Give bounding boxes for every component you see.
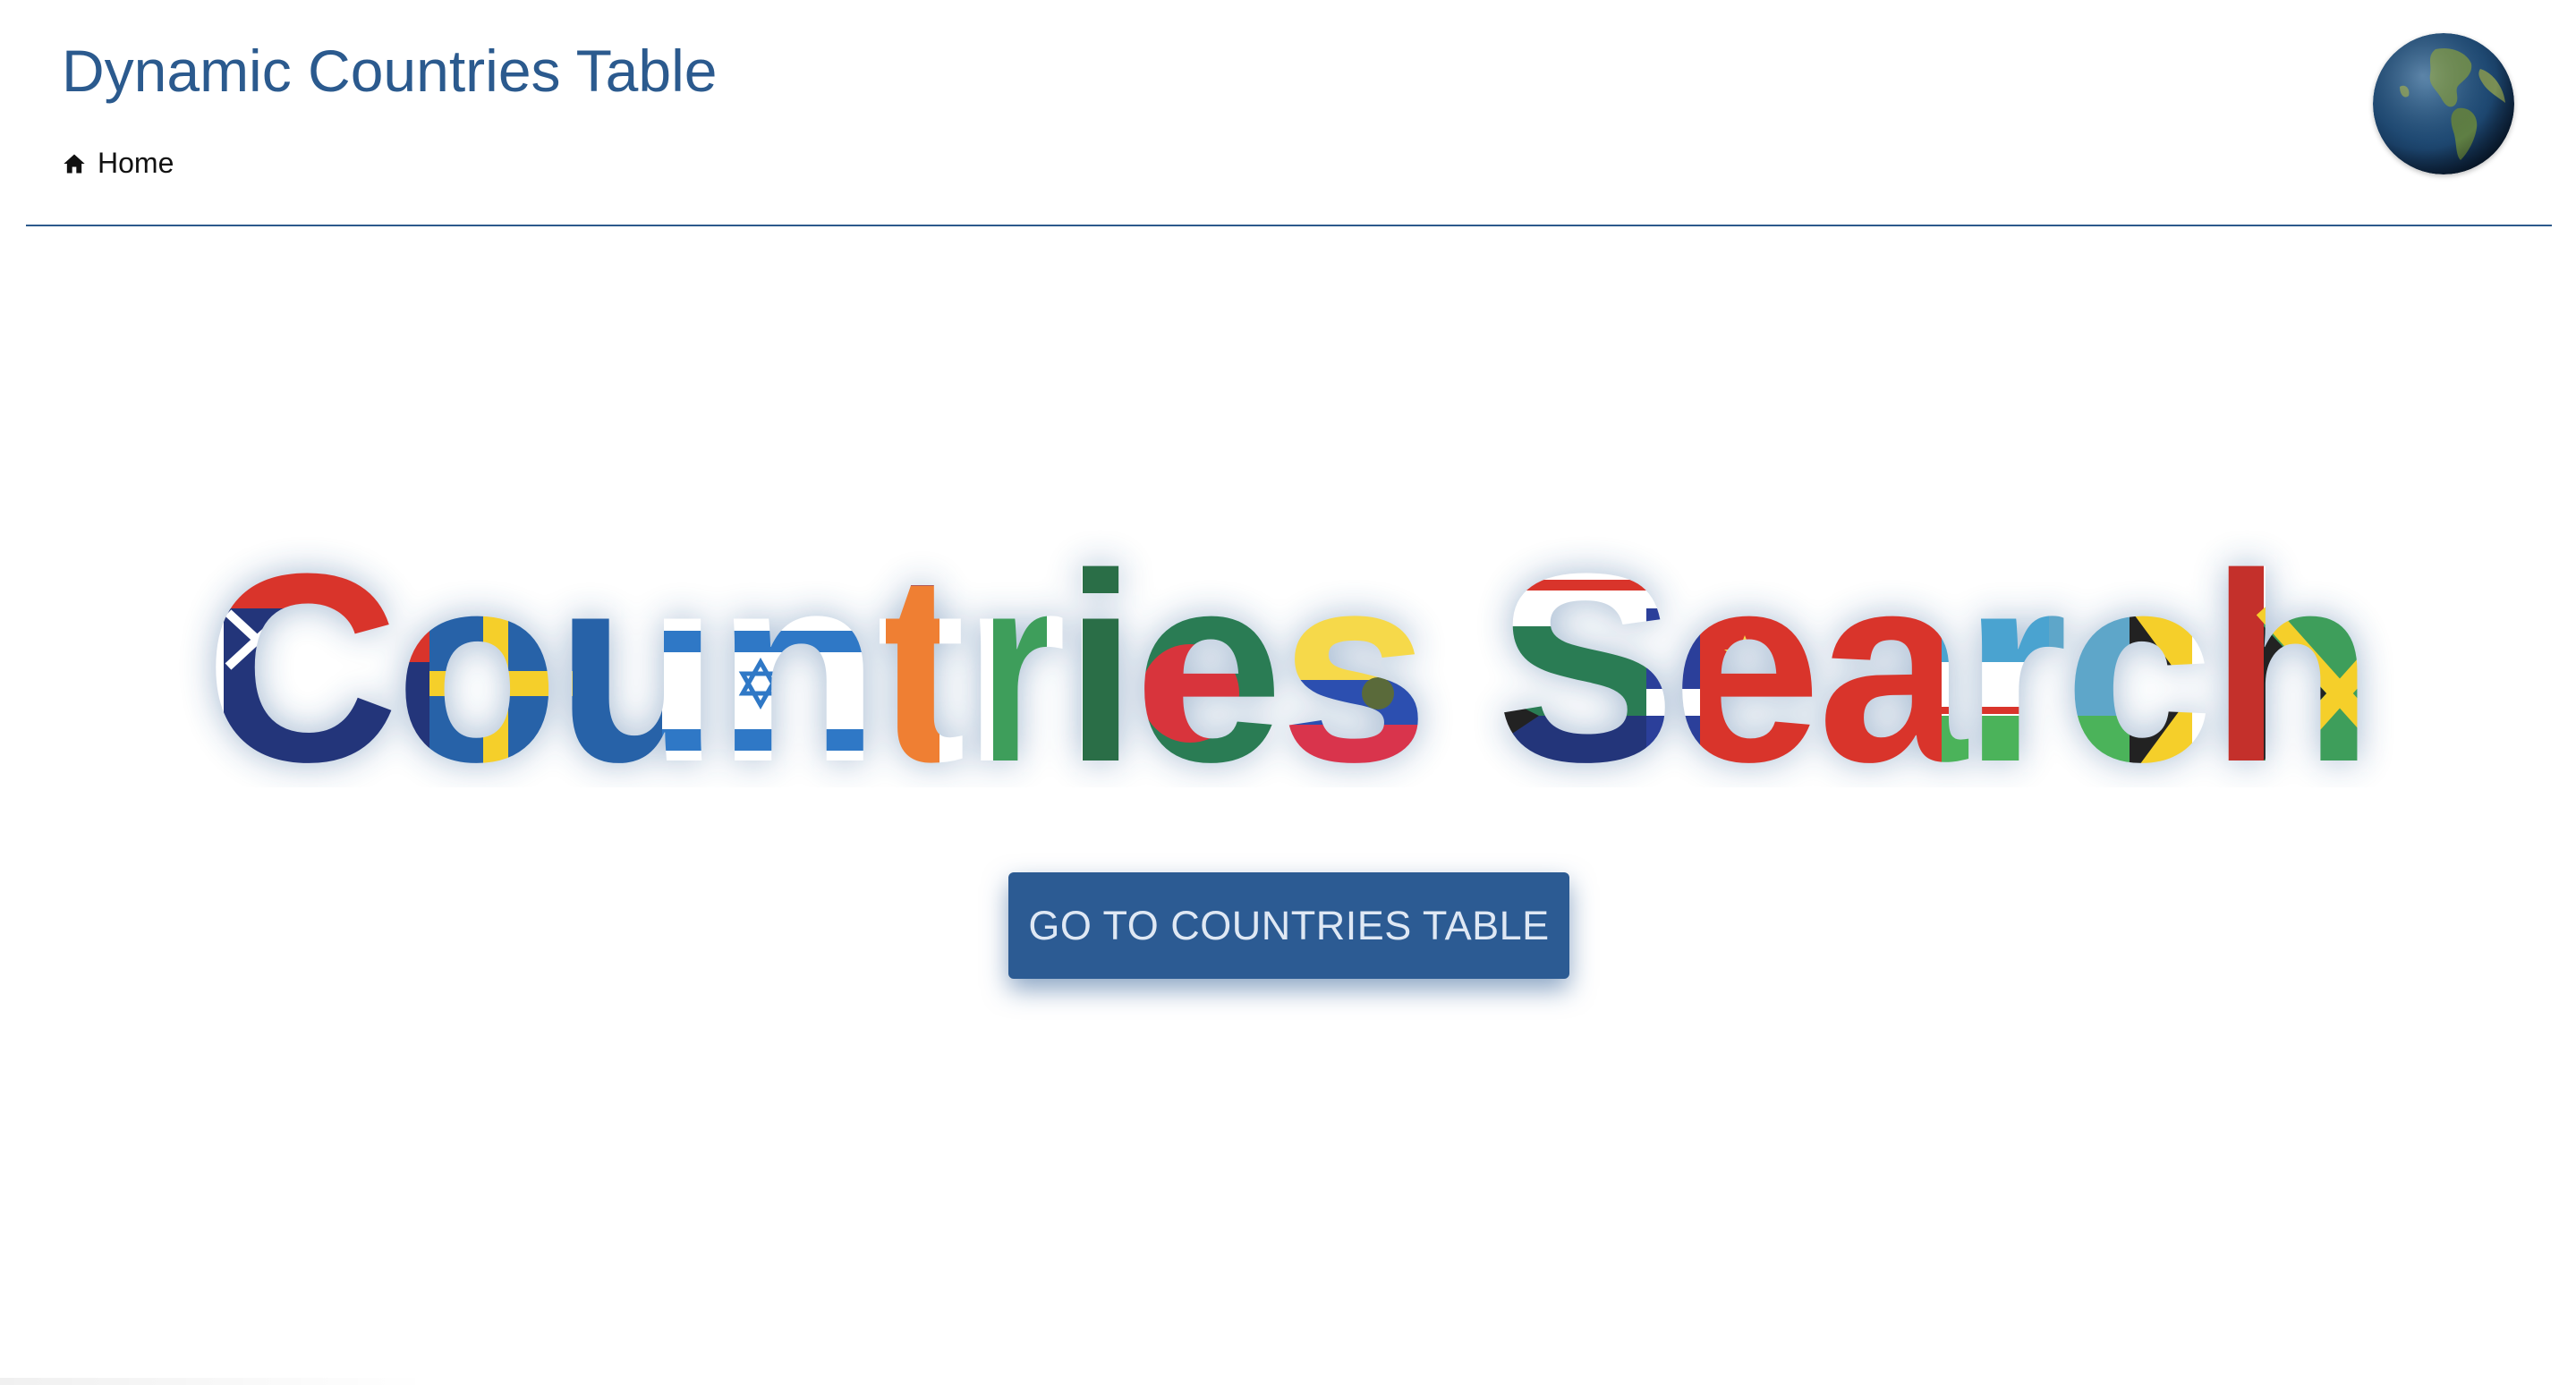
hero-title-text: Countries Search	[205, 517, 2370, 787]
home-icon	[62, 151, 87, 176]
site-title[interactable]: Dynamic Countries Table	[62, 36, 717, 106]
hero-title: Countries Search Countries Search	[0, 501, 2576, 787]
go-to-countries-table-button[interactable]: GO TO COUNTRIES TABLE	[1008, 872, 1569, 979]
nav-home-label: Home	[98, 147, 174, 179]
bottom-edge-shadow	[0, 1378, 429, 1385]
site-header: Dynamic Countries Table Home	[26, 0, 2552, 226]
globe-icon[interactable]	[2373, 33, 2514, 174]
nav-home-link[interactable]: Home	[62, 147, 174, 180]
page: Dynamic Countries Table Home Countries S…	[0, 0, 2576, 1385]
